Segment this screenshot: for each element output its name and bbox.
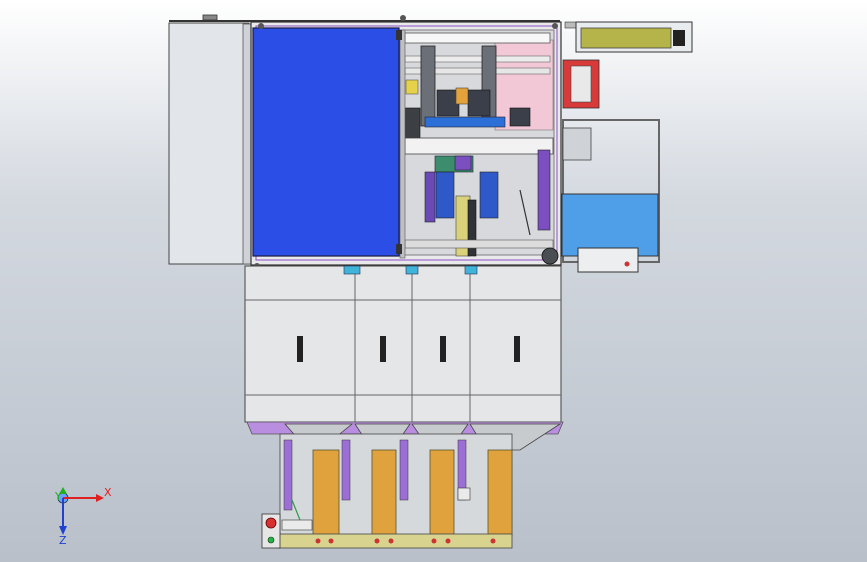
- light-blue-panel: [561, 193, 659, 257]
- purple-leg: [283, 439, 293, 511]
- device-indicator: [624, 261, 630, 267]
- cylinder-left: [420, 45, 436, 127]
- gantry-beam: [404, 137, 554, 155]
- cad-viewport[interactable]: X Y Z: [0, 0, 867, 562]
- base-bolt: [388, 538, 394, 544]
- cyan-clip: [464, 265, 478, 275]
- left-panel-handle: [202, 14, 218, 21]
- base-bolt: [315, 538, 321, 544]
- door-hinge-bottom: [396, 244, 402, 254]
- side-cabinet-block: [562, 127, 592, 161]
- top-right-bracket: [564, 21, 578, 29]
- purple-leg: [341, 439, 351, 501]
- base-bolt: [490, 538, 496, 544]
- triad-z-label: Z: [59, 534, 67, 547]
- purple-post-left: [424, 171, 436, 223]
- sensor-tab: [281, 519, 313, 531]
- blue-access-door: [252, 27, 400, 257]
- corner-bolt: [552, 23, 558, 29]
- left-side-panel: [168, 22, 250, 265]
- orange-chute: [371, 449, 397, 537]
- triad-y-label: Y: [54, 490, 62, 503]
- top-rail: [404, 32, 551, 44]
- machine-top-view: X Y Z: [54, 14, 693, 549]
- cabinet-door-handle: [514, 336, 520, 362]
- triad-x-label: X: [104, 486, 112, 499]
- red-feeder-window: [570, 65, 592, 103]
- triad-x-arrow: [96, 494, 104, 502]
- start-button: [267, 536, 275, 544]
- orange-chute: [487, 449, 513, 537]
- emergency-stop-button: [265, 517, 277, 529]
- slide-block-right: [467, 89, 491, 117]
- side-mount: [403, 107, 421, 139]
- cabinet-door-handle: [440, 336, 446, 362]
- lower-cross-bar: [404, 239, 554, 249]
- base-plate: [277, 533, 513, 549]
- cyan-clip: [405, 265, 419, 275]
- corner-gear: [541, 247, 559, 265]
- corner-bolt: [258, 23, 264, 29]
- coordinate-triad: X Y Z: [54, 486, 112, 547]
- corner-bolt: [400, 15, 406, 21]
- purple-plate: [454, 155, 472, 171]
- yellow-block: [405, 79, 419, 95]
- sensor-block: [509, 107, 531, 127]
- orange-bracket: [455, 87, 469, 105]
- base-bolt: [445, 538, 451, 544]
- small-device-box: [577, 247, 639, 273]
- blue-post-left: [435, 171, 455, 219]
- blue-clamp: [424, 116, 506, 128]
- purple-rail-right: [537, 149, 551, 231]
- control-box-button: [673, 30, 685, 46]
- sensor-tab: [457, 487, 471, 501]
- cabinet-door-handle: [380, 336, 386, 362]
- orange-chute: [429, 449, 455, 537]
- inner-frame-divider: [399, 29, 406, 259]
- blue-post-right: [479, 171, 499, 219]
- base-bolt: [328, 538, 334, 544]
- base-bolt: [374, 538, 380, 544]
- cyan-clip: [343, 265, 361, 275]
- lower-cabinet: [244, 265, 562, 423]
- orange-chute: [312, 449, 340, 537]
- control-box-panel: [580, 27, 672, 49]
- cabinet-door-handle: [297, 336, 303, 362]
- purple-leg: [399, 439, 409, 501]
- base-bolt: [431, 538, 437, 544]
- door-hinge-top: [396, 30, 402, 40]
